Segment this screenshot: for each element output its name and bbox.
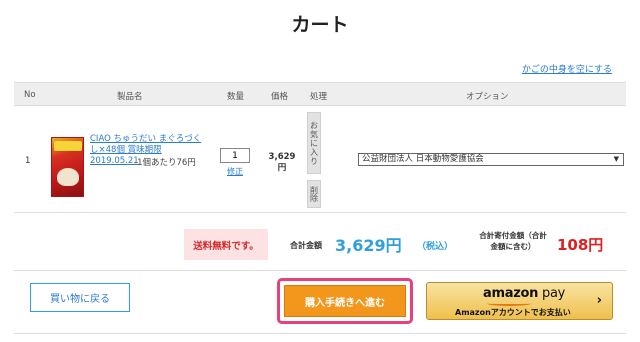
- product-image-cat: [57, 168, 79, 186]
- chevron-right-icon: ›: [596, 293, 602, 308]
- donation-option-select[interactable]: 公益財団法人 日本動物愛護協会 ▼: [358, 153, 624, 166]
- amazon-pay-logo: amazon pay: [483, 286, 565, 301]
- checkout-button[interactable]: 購入手続きへ進む: [284, 285, 406, 317]
- header-option: オプション: [466, 92, 509, 102]
- header-action: 処理: [310, 92, 328, 102]
- donation-amount: 108円: [557, 236, 604, 254]
- amazon-logo-text: amazon: [483, 286, 539, 301]
- unit-price: -1個あたり76円: [134, 158, 196, 168]
- total-label: 合計金額: [290, 241, 322, 250]
- option-selected-label: 公益財団法人 日本動物愛護協会: [362, 154, 484, 164]
- header-no: No: [24, 90, 36, 100]
- quantity-input[interactable]: [220, 148, 250, 163]
- table-row: 1 CIAO ちゅうだい まぐろづくし×48個 賞味期限2019.05.21 -…: [14, 106, 626, 212]
- row-number: 1: [25, 156, 31, 166]
- table-header: No 製品名 数量 価格 処理 オプション: [14, 82, 626, 106]
- back-to-shopping-button[interactable]: 買い物に戻る: [30, 283, 130, 312]
- amazon-pay-button[interactable]: amazon pay Amazonアカウントでお支払い ›: [426, 282, 613, 320]
- donation-label: 合計寄付金額（合計金額に含む）: [479, 231, 547, 251]
- header-price: 価格: [271, 92, 289, 102]
- empty-cart-link[interactable]: かごの中身を空にする: [522, 62, 612, 75]
- pay-logo-text: pay: [542, 286, 566, 301]
- quantity-update-link[interactable]: 修正: [227, 166, 243, 177]
- delete-button[interactable]: 削除: [307, 180, 321, 208]
- amazon-smile-icon: [487, 301, 531, 306]
- tax-note: （税込）: [417, 242, 454, 252]
- line-price: 3,629円: [268, 152, 296, 173]
- favorite-button[interactable]: お気に入り: [307, 112, 321, 174]
- header-qty: 数量: [227, 92, 245, 102]
- amazon-pay-subtitle: Amazonアカウントでお支払い: [455, 308, 571, 317]
- chevron-down-icon: ▼: [613, 155, 619, 163]
- checkout-highlight: 購入手続きへ進む: [277, 278, 413, 324]
- divider: [14, 212, 626, 213]
- divider: [14, 333, 626, 334]
- header-product: 製品名: [117, 92, 143, 102]
- free-shipping-badge: 送料無料です。: [184, 229, 268, 260]
- product-image[interactable]: [51, 137, 84, 197]
- divider: [14, 270, 626, 271]
- page-title: カート: [291, 14, 349, 36]
- total-amount: 3,629円: [335, 236, 402, 255]
- product-image-label: [54, 141, 82, 151]
